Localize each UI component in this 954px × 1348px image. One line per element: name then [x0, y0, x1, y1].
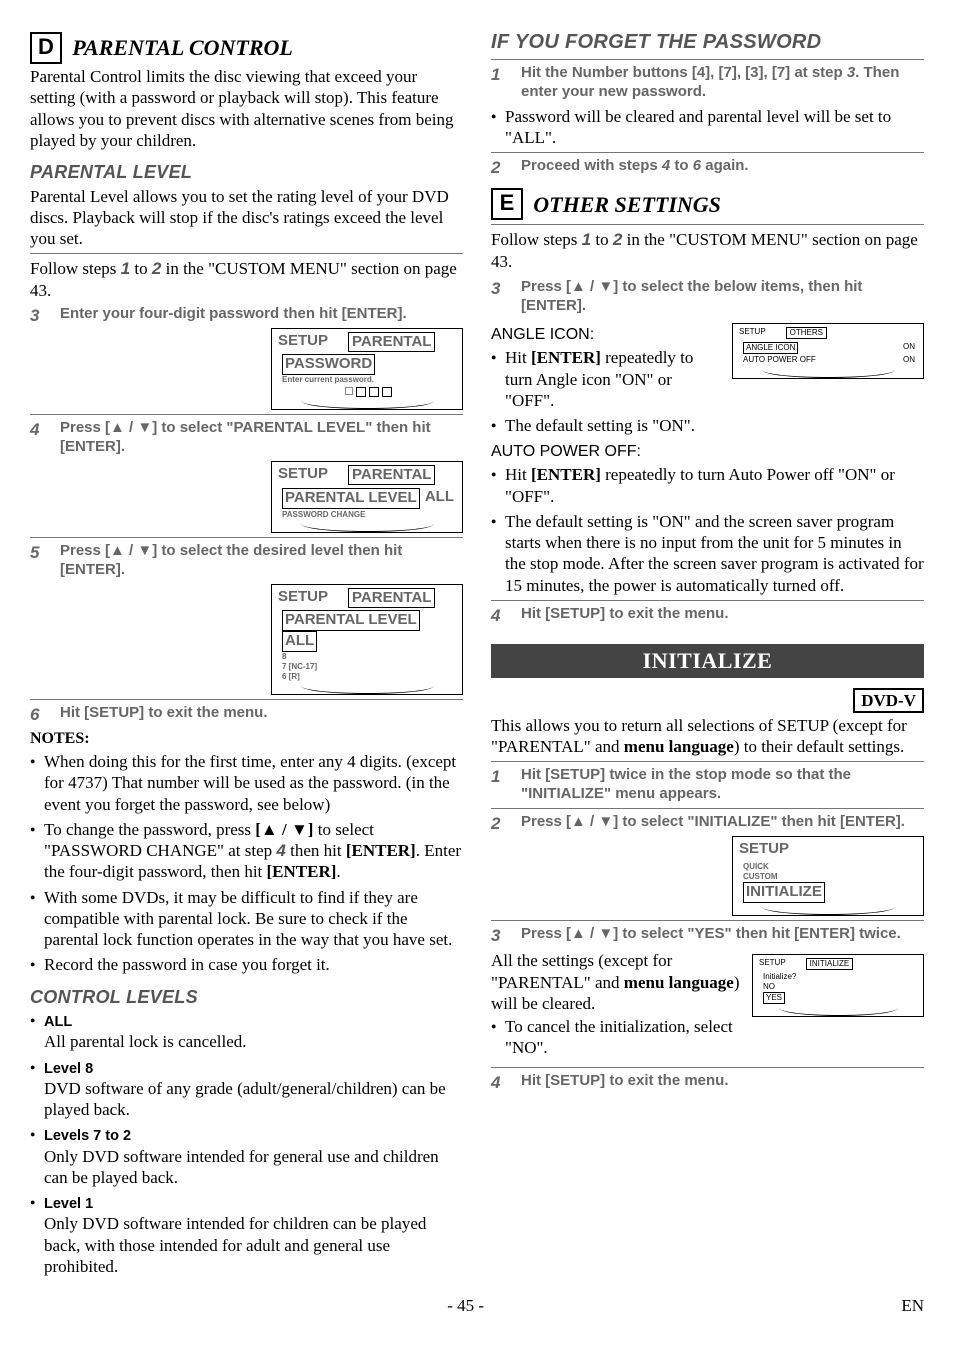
- auto-power-off-head: AUTO POWER OFF:: [491, 442, 924, 462]
- init-intro: This allows you to return all selections…: [491, 715, 924, 758]
- divider: [30, 699, 463, 700]
- control-levels-list: ALLAll parental lock is cancelled. Level…: [30, 1010, 463, 1277]
- divider: [30, 414, 463, 415]
- divider: [491, 920, 924, 921]
- left-column: D PARENTAL CONTROL Parental Control limi…: [30, 30, 463, 1281]
- divider: [491, 808, 924, 809]
- osd-init-confirm: SETUPINITIALIZE Initialize? NO YES: [752, 954, 924, 1017]
- section-parental-control: D PARENTAL CONTROL: [30, 32, 463, 64]
- footer-lang: EN: [901, 1295, 924, 1316]
- angle-bullets: Hit [ENTER] repeatedly to turn Angle ico…: [491, 347, 924, 436]
- divider: [491, 152, 924, 153]
- osd-init-menu: SETUPX QUICK CUSTOM INITIALIZE: [732, 836, 924, 917]
- step-text: Press [▲ / ▼] to select the desired leve…: [60, 542, 402, 578]
- divider: [491, 600, 924, 601]
- note-item: With some DVDs, it may be difficult to f…: [44, 887, 463, 951]
- initialize-banner: INITIALIZE: [491, 644, 924, 678]
- divider: [30, 253, 463, 254]
- init-step-2: 2 Press [▲ / ▼] to select "INITIALIZE" t…: [491, 813, 924, 916]
- step-text: Enter your four-digit password then hit …: [60, 305, 407, 322]
- subhead-parental-level: PARENTAL LEVEL: [30, 161, 463, 184]
- step-number: 3: [30, 305, 46, 410]
- step-4: 4 Press [▲ / ▼] to select "PARENTAL LEVE…: [30, 419, 463, 533]
- note-item: To change the password, press [▲ / ▼] to…: [44, 819, 463, 883]
- step-text: Hit [SETUP] to exit the menu.: [60, 704, 268, 721]
- other-follow: Follow steps 1 to 2 in the "CUSTOM MENU"…: [491, 229, 924, 272]
- control-level-item: Level 8DVD software of any grade (adult/…: [44, 1057, 463, 1121]
- apo-bullets: Hit [ENTER] repeatedly to turn Auto Powe…: [491, 464, 924, 596]
- divider: [491, 224, 924, 225]
- other-step-3-row: 3 Press [▲ / ▼] to select the below item…: [491, 274, 924, 320]
- divider: [491, 59, 924, 60]
- step-3: 3 Enter your four-digit password then hi…: [30, 305, 463, 410]
- follow-steps-line: Follow steps 1 to 2 in the "CUSTOM MENU"…: [30, 258, 463, 301]
- forget-step-1: 1 Hit the Number buttons [4], [7], [3], …: [491, 64, 924, 102]
- page-number: - 45 -: [447, 1296, 484, 1315]
- right-column: IF YOU FORGET THE PASSWORD 1 Hit the Num…: [491, 30, 924, 1281]
- section-letter-e: E: [491, 188, 523, 220]
- section-title: PARENTAL CONTROL: [72, 35, 293, 60]
- init-step-4: 4 Hit [SETUP] to exit the menu.: [491, 1072, 924, 1093]
- osd-parental-level: SETUP PARENTAL PARENTAL LEVELALL PASSWOR…: [271, 461, 463, 534]
- divider: [491, 1067, 924, 1068]
- section-other-settings: E OTHER SETTINGS: [491, 188, 924, 220]
- subhead-control-levels: CONTROL LEVELS: [30, 986, 463, 1009]
- subhead-forget-password: IF YOU FORGET THE PASSWORD: [491, 30, 924, 55]
- page-footer: - 45 - EN: [30, 1295, 924, 1316]
- other-step-4: 4 Hit [SETUP] to exit the menu.: [491, 605, 924, 626]
- divider: [30, 537, 463, 538]
- control-level-item: Levels 7 to 2Only DVD software intended …: [44, 1124, 463, 1188]
- step-text: Press [▲ / ▼] to select "PARENTAL LEVEL"…: [60, 419, 431, 455]
- control-level-item: Level 1Only DVD software intended for ch…: [44, 1192, 463, 1277]
- init-cancel-bullet: To cancel the initialization, select "NO…: [491, 1016, 924, 1059]
- osd-password: SETUP PARENTAL PASSWORD Enter current pa…: [271, 328, 463, 411]
- osd-level-list: SETUP PARENTAL PARENTAL LEVEL ALL 8 7 [N…: [271, 584, 463, 695]
- init-step-3: 3 Press [▲ / ▼] to select "YES" then hit…: [491, 925, 924, 946]
- forget-step-2: 2 Proceed with steps 4 to 6 again.: [491, 157, 924, 178]
- other-step-3: 3 Press [▲ / ▼] to select the below item…: [491, 278, 924, 316]
- forget-bullets: Password will be cleared and parental le…: [491, 106, 924, 149]
- step-5: 5 Press [▲ / ▼] to select the desired le…: [30, 542, 463, 695]
- parental-level-intro: Parental Level allows you to set the rat…: [30, 186, 463, 250]
- init-step-1: 1 Hit [SETUP] twice in the stop mode so …: [491, 766, 924, 804]
- step-6: 6 Hit [SETUP] to exit the menu.: [30, 704, 463, 725]
- parental-intro: Parental Control limits the disc viewing…: [30, 66, 463, 151]
- notes-heading: NOTES:: [30, 729, 463, 749]
- note-item: Record the password in case you forget i…: [44, 954, 463, 975]
- note-item: When doing this for the first time, ente…: [44, 751, 463, 815]
- divider: [491, 761, 924, 762]
- dvd-v-badge: DVD-V: [853, 688, 924, 713]
- control-level-item: ALLAll parental lock is cancelled.: [44, 1010, 463, 1053]
- section-letter-d: D: [30, 32, 62, 64]
- notes-list: When doing this for the first time, ente…: [30, 751, 463, 976]
